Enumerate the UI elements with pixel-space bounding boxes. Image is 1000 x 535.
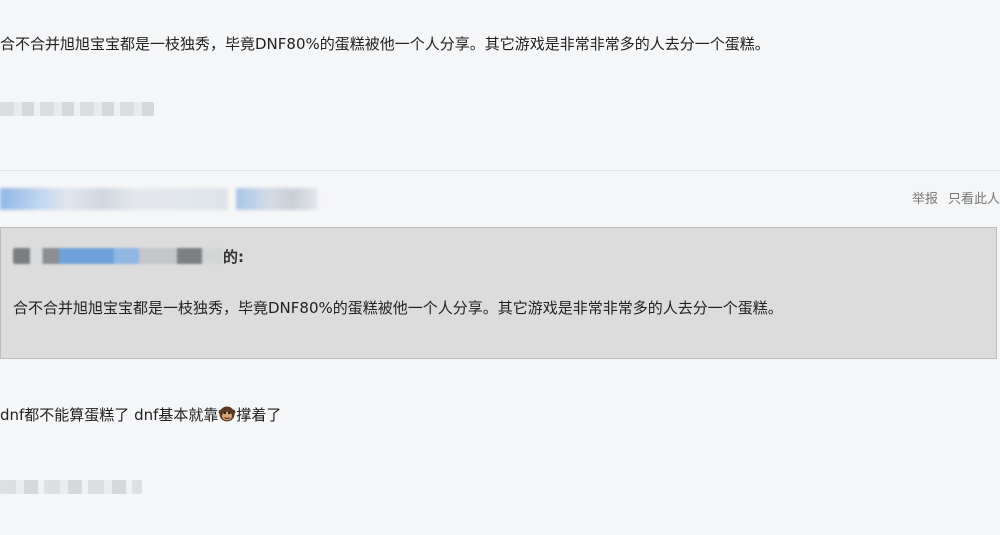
only-this-user-link[interactable]: 只看此人 — [948, 192, 1000, 207]
blurred-username[interactable] — [0, 188, 228, 210]
post-body-text: 合不合并旭旭宝宝都是一枝独秀，毕竟DNF80%的蛋糕被他一个人分享。其它游戏是非… — [0, 35, 770, 53]
blurred-quote-author — [13, 248, 223, 264]
blurred-signature — [0, 102, 154, 116]
reply-text-before: dnf都不能算蛋糕了 dnf基本就靠 — [0, 406, 219, 424]
quote-text: 合不合并旭旭宝宝都是一枝独秀，毕竟DNF80%的蛋糕被他一个人分享。其它游戏是非… — [13, 299, 783, 317]
post-actions: 举报 只看此人 — [912, 188, 1000, 207]
monkey-emoji-icon — [218, 406, 236, 422]
reply-text-after: 撑着了 — [236, 406, 282, 424]
post-divider — [0, 170, 1000, 171]
quote-author-suffix: 的: — [223, 248, 244, 266]
blurred-user-badge — [236, 188, 318, 210]
forum-thread-page: 合不合并旭旭宝宝都是一枝独秀，毕竟DNF80%的蛋糕被他一个人分享。其它游戏是非… — [0, 0, 1000, 535]
report-link[interactable]: 举报 — [912, 192, 938, 207]
quote-block: 的: 合不合并旭旭宝宝都是一枝独秀，毕竟DNF80%的蛋糕被他一个人分享。其它游… — [0, 227, 997, 359]
reply-body-text: dnf都不能算蛋糕了 dnf基本就靠 撑着了 — [0, 405, 281, 425]
blurred-signature — [0, 480, 142, 494]
